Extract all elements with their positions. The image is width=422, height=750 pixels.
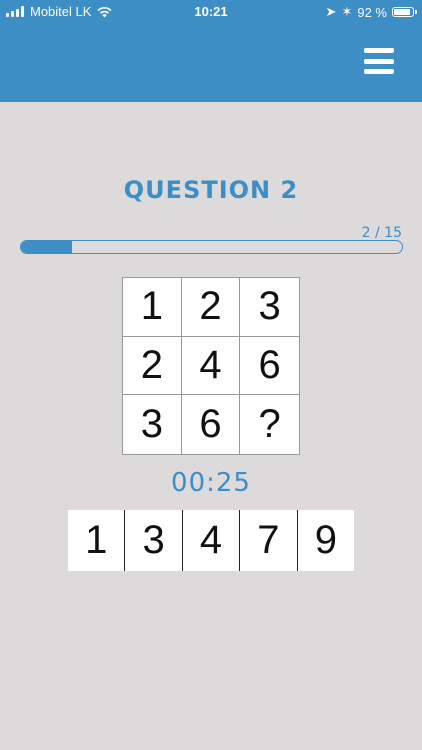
location-icon: ➤ — [325, 4, 337, 19]
progress-label: 2 / 15 — [361, 225, 402, 241]
battery-percent: 92 % — [357, 4, 387, 20]
grid-cell: 3 — [123, 395, 182, 454]
hamburger-menu-icon[interactable] — [364, 48, 394, 74]
bluetooth-icon: ✶ — [341, 4, 353, 19]
grid-cell: 3 — [240, 278, 299, 337]
grid-cell: 2 — [123, 336, 182, 396]
grid-cell: 2 — [181, 278, 241, 337]
answer-option-3[interactable]: 4 — [183, 510, 241, 571]
answer-option-2[interactable]: 3 — [125, 510, 183, 571]
grid-cell-missing: ? — [258, 402, 281, 447]
answer-option-4[interactable]: 7 — [240, 510, 298, 571]
app-header: Mobitel LK 10:21 ➤ ✶ 92 % — [0, 0, 422, 102]
countdown-timer: 00:25 — [171, 468, 251, 498]
grid-cell: 1 — [123, 278, 182, 337]
answer-option-5[interactable]: 9 — [298, 510, 354, 571]
battery-icon — [392, 7, 417, 17]
answer-option-1[interactable]: 1 — [68, 510, 126, 571]
answer-options: 1 3 4 7 9 — [68, 510, 354, 571]
question-title: QUESTION 2 — [123, 176, 299, 204]
progress-fill — [21, 241, 72, 253]
grid-cell: 4 — [181, 336, 241, 396]
status-right: ➤ ✶ 92 % — [325, 4, 417, 20]
grid-cell: 6 — [182, 395, 241, 454]
grid-cell: 6 — [240, 337, 299, 396]
puzzle-grid: 1 2 3 2 4 6 3 6 ? — [122, 277, 300, 455]
progress-bar — [20, 240, 403, 254]
status-bar: Mobitel LK 10:21 ➤ ✶ 92 % — [0, 0, 422, 22]
